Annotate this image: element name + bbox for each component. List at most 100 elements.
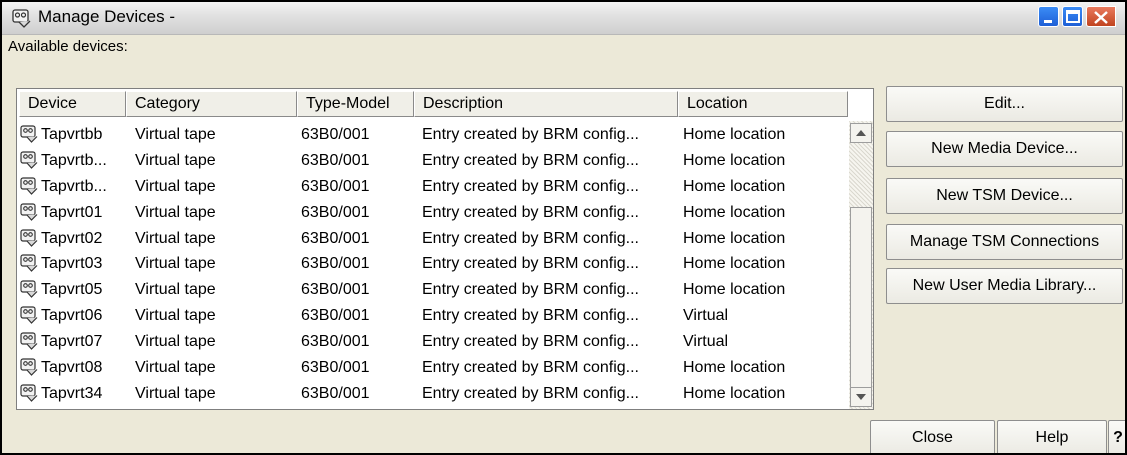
cell-type-model: 63B0/001 <box>301 126 370 143</box>
vertical-scrollbar[interactable] <box>849 121 873 409</box>
manage-devices-window: Manage Devices - Available devices: Devi… <box>0 0 1127 455</box>
column-header-category[interactable]: Category <box>126 91 297 117</box>
cell-description: Entry created by BRM config... <box>422 384 639 402</box>
cell-type-model: 63B0/001 <box>301 255 370 273</box>
cell-description: Entry created by BRM config... <box>422 151 639 169</box>
devices-table: Device Category Type-Model Description L… <box>16 88 874 410</box>
tape-device-icon <box>20 254 38 273</box>
cell-device: Tapvrt02 <box>41 229 103 247</box>
table-row[interactable]: Tapvrt01 Virtual tape 63B0/001 Entry create… <box>17 201 847 227</box>
cell-category: Virtual tape <box>135 126 216 143</box>
scroll-up-button[interactable] <box>850 123 872 143</box>
scroll-thumb[interactable] <box>850 207 872 393</box>
cell-location: Home location <box>683 203 786 221</box>
cell-type-model: 63B0/001 <box>301 281 370 299</box>
table-body: Tapvrtbb Virtual tape 63B0/001 Entry create… <box>17 123 847 408</box>
table-row[interactable]: Tapvrt05 Virtual tape 63B0/001 Entry create… <box>17 278 847 304</box>
cell-category: Virtual tape <box>135 281 216 299</box>
close-window-button[interactable] <box>1086 6 1116 27</box>
cell-device: Tapvrt08 <box>41 359 103 377</box>
new-media-device-button[interactable]: New Media Device... <box>886 131 1123 167</box>
cell-category: Virtual tape <box>135 333 216 351</box>
cell-type-model: 63B0/001 <box>301 359 370 377</box>
cell-location: Home location <box>683 126 786 143</box>
manage-tsm-connections-button[interactable]: Manage TSM Connections <box>886 224 1123 260</box>
cell-device: Tapvrtb... <box>41 151 107 169</box>
cell-description: Entry created by BRM config... <box>422 229 639 247</box>
cell-description: Entry created by BRM config... <box>422 281 639 299</box>
table-row[interactable]: Tapvrtb... Virtual tape 63B0/001 Entry crea… <box>17 149 847 175</box>
cell-device: Tapvrt05 <box>41 281 103 299</box>
cell-device: Tapvrt03 <box>41 255 103 273</box>
minimize-button[interactable] <box>1038 6 1059 27</box>
cell-device: Tapvrt07 <box>41 333 103 351</box>
cell-category: Virtual tape <box>135 203 216 221</box>
arrow-down-icon <box>856 394 866 400</box>
cell-type-model: 63B0/001 <box>301 229 370 247</box>
tape-device-icon <box>20 332 38 350</box>
close-button[interactable]: Close <box>870 420 995 453</box>
tape-device-icon <box>20 280 38 299</box>
cell-category: Virtual tape <box>135 359 216 377</box>
scroll-down-button[interactable] <box>850 387 872 407</box>
tape-device-icon <box>20 151 38 169</box>
table-row[interactable]: Tapvrtbb Virtual tape 63B0/001 Entry create… <box>17 123 847 149</box>
table-row[interactable]: Tapvrt07 Virtual tape 63B0/001 Entry create… <box>17 330 847 356</box>
minimize-icon <box>1044 20 1052 23</box>
cell-description: Entry created by BRM config... <box>422 177 639 195</box>
cell-location: Virtual <box>683 333 729 351</box>
cell-type-model: 63B0/001 <box>301 333 370 351</box>
column-header-location[interactable]: Location <box>678 91 848 117</box>
tape-device-icon <box>20 177 38 195</box>
close-icon <box>1094 11 1108 24</box>
cell-description: Entry created by BRM config... <box>422 333 639 351</box>
cell-category: Virtual tape <box>135 255 216 273</box>
cell-type-model: 63B0/001 <box>301 307 370 325</box>
cell-type-model: 63B0/001 <box>301 151 370 169</box>
available-devices-label: Available devices: <box>8 38 128 55</box>
window-title: Manage Devices - <box>38 7 176 26</box>
edit-button[interactable]: Edit... <box>886 86 1123 122</box>
column-header-description[interactable]: Description <box>414 91 678 117</box>
tape-device-icon <box>20 384 38 402</box>
cell-type-model: 63B0/001 <box>301 384 370 402</box>
cell-description: Entry created by BRM config... <box>422 203 639 221</box>
cell-location: Home location <box>683 384 786 402</box>
help-button[interactable]: Help <box>997 420 1107 453</box>
table-row[interactable]: Tapvrt08 Virtual tape 63B0/001 Entry create… <box>17 356 847 382</box>
cell-description: Entry created by BRM config... <box>422 307 639 325</box>
table-row[interactable]: Tapvrtb... Virtual tape 63B0/001 Entry crea… <box>17 175 847 201</box>
cell-device: Tapvrt34 <box>41 384 103 402</box>
cell-device: Tapvrtb... <box>41 177 107 195</box>
table-row[interactable]: Tapvrt02 Virtual tape 63B0/001 Entry create… <box>17 227 847 253</box>
table-row[interactable]: Tapvrt34 Virtual tape 63B0/001 Entry create… <box>17 382 847 408</box>
tape-device-icon <box>20 306 38 325</box>
cell-device: Tapvrt06 <box>41 307 103 325</box>
cell-location: Home location <box>683 359 786 377</box>
maximize-button[interactable] <box>1062 6 1083 27</box>
table-header: Device Category Type-Model Description L… <box>17 89 873 119</box>
cell-location: Virtual <box>683 307 729 325</box>
cell-location: Home location <box>683 151 786 169</box>
cell-location: Home location <box>683 281 786 299</box>
tape-device-icon <box>20 228 38 247</box>
new-user-media-library-button[interactable]: New User Media Library... <box>886 268 1123 304</box>
column-header-type-model[interactable]: Type-Model <box>297 91 414 117</box>
cell-description: Entry created by BRM config... <box>422 255 639 273</box>
arrow-up-icon <box>856 130 866 136</box>
cell-device: Tapvrtbb <box>41 126 103 143</box>
cell-category: Virtual tape <box>135 384 216 402</box>
cell-device: Tapvrt01 <box>41 203 103 221</box>
title-bar[interactable]: Manage Devices - <box>2 2 1125 35</box>
new-tsm-device-button[interactable]: New TSM Device... <box>886 178 1123 214</box>
cell-location: Home location <box>683 177 786 195</box>
cell-category: Virtual tape <box>135 307 216 325</box>
cell-category: Virtual tape <box>135 151 216 169</box>
whats-this-button[interactable]: ? <box>1108 420 1125 453</box>
column-header-device[interactable]: Device <box>19 91 126 117</box>
table-row[interactable]: Tapvrt06 Virtual tape 63B0/001 Entry create… <box>17 304 847 330</box>
cell-type-model: 63B0/001 <box>301 177 370 195</box>
tape-device-icon <box>20 203 38 221</box>
table-row[interactable]: Tapvrt03 Virtual tape 63B0/001 Entry create… <box>17 252 847 278</box>
cell-type-model: 63B0/001 <box>301 203 370 221</box>
